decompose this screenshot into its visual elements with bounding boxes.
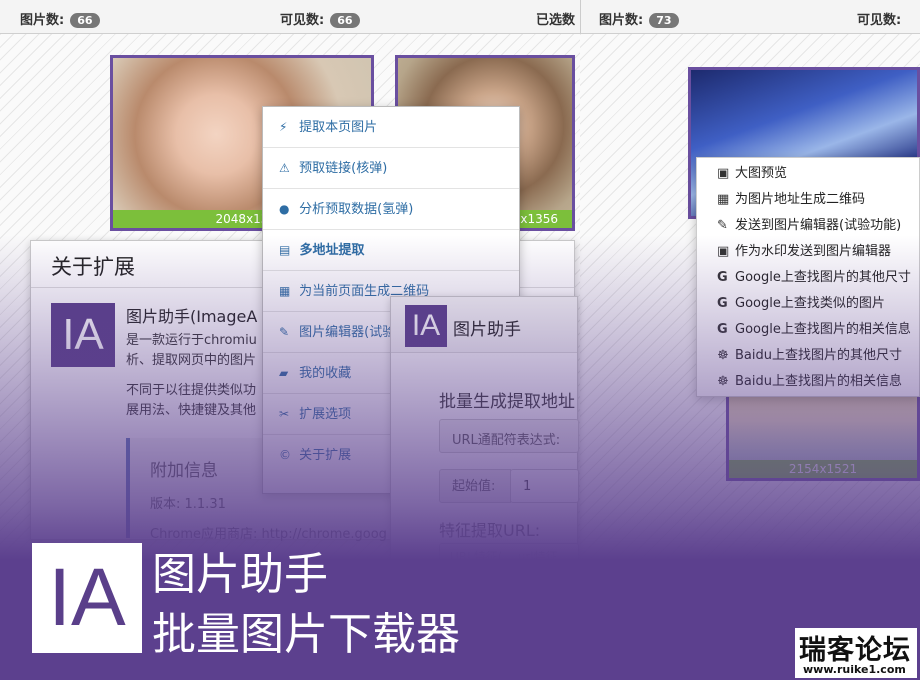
list-icon: ▤ bbox=[279, 243, 291, 257]
site-watermark: 瑞客论坛 www.ruike1.com bbox=[795, 628, 917, 678]
qrcode-icon: ▦ bbox=[279, 284, 291, 298]
image-icon: ▣ bbox=[717, 244, 730, 259]
ctx-item-baidu-sizes[interactable]: ☸ Baidu上查找图片的其他尺寸 bbox=[697, 343, 919, 369]
ctx-item-qrcode[interactable]: ▦ 为图片地址生成二维码 bbox=[697, 187, 919, 213]
pics-count-badge-right: 73 bbox=[649, 13, 679, 28]
google-icon: G bbox=[717, 270, 728, 285]
menu-item-analyze-prefetch[interactable]: ● 分析预取数据(氢弹) bbox=[263, 189, 519, 230]
ctx-item-google-sizes[interactable]: G Google上查找图片的其他尺寸 bbox=[697, 265, 919, 291]
visible-count-label: 可见数: 66 bbox=[280, 9, 360, 28]
pics-count-label: 图片数: 66 bbox=[20, 9, 100, 28]
ctx-item-watermark[interactable]: ▣ 作为水印发送到图片编辑器 bbox=[697, 239, 919, 265]
right-toolbar: 图片数: 73 可见数: bbox=[580, 0, 920, 34]
app-description: 不同于以往提供类似功 bbox=[126, 383, 257, 398]
pics-count-badge: 66 bbox=[70, 13, 100, 28]
ctx-item-send-editor[interactable]: ✎ 发送到图片编辑器(试验功能) bbox=[697, 213, 919, 239]
ia-logo: IA bbox=[51, 303, 115, 367]
google-icon: G bbox=[717, 296, 728, 311]
visible-count-badge: 66 bbox=[330, 13, 360, 28]
image-context-menu: ▣ 大图预览 ▦ 为图片地址生成二维码 ✎ 发送到图片编辑器(试验功能) ▣ 作为水印发… bbox=[696, 157, 920, 397]
image-icon: ▣ bbox=[717, 166, 730, 181]
watermark-title: 瑞客论坛 bbox=[799, 635, 911, 666]
watermark-url: www.ruike1.com bbox=[803, 663, 906, 676]
edit-icon: ✎ bbox=[279, 325, 290, 339]
batch-section-title: 批量生成提取地址 bbox=[439, 392, 575, 412]
multi-url-panel: IA 图片助手 批量生成提取地址 URL通配符表达式: 起始值: 1 特征提取U… bbox=[390, 296, 579, 567]
qrcode-icon: ▦ bbox=[717, 192, 730, 207]
feature-url-label: 特征提取URL: bbox=[439, 521, 541, 540]
app-description: 析、提取网页中的图片 bbox=[126, 353, 257, 368]
folder-icon: ▰ bbox=[279, 366, 289, 380]
edit-icon: ✎ bbox=[717, 218, 728, 233]
version-text: 版本: 1.1.31 bbox=[150, 497, 226, 512]
ctx-item-google-info[interactable]: G Google上查找图片的相关信息 bbox=[697, 317, 919, 343]
banner-title: 图片助手 bbox=[152, 549, 328, 600]
helper-title: 图片助手 bbox=[453, 320, 521, 340]
feature-url-input[interactable]: URL特征(... url特征 bbox=[439, 543, 579, 567]
menu-item-multi-url[interactable]: ▤ 多地址提取 bbox=[263, 230, 519, 271]
paw-icon: ☸ bbox=[717, 374, 729, 389]
wrench-icon: ✂ bbox=[279, 407, 290, 421]
bolt-icon: ⚡ bbox=[279, 120, 288, 134]
ctx-item-baidu-info[interactable]: ☸ Baidu上查找图片的相关信息 bbox=[697, 369, 919, 395]
visible-count-label-right: 可见数: bbox=[857, 13, 902, 28]
ctx-item-preview[interactable]: ▣ 大图预览 bbox=[697, 161, 919, 187]
copyright-icon: © bbox=[279, 448, 291, 462]
url-pattern-input[interactable]: URL通配符表达式: bbox=[439, 419, 579, 453]
warning-icon: ⚠ bbox=[279, 161, 290, 175]
ctx-item-google-similar[interactable]: G Google上查找类似的图片 bbox=[697, 291, 919, 317]
image-size-caption: 2154x1521 bbox=[729, 460, 917, 478]
app-name: 图片助手(ImageA bbox=[126, 307, 258, 326]
bomb-icon: ● bbox=[279, 202, 290, 216]
banner-subtitle: 批量图片下载器 bbox=[152, 609, 460, 660]
start-value-label: 起始值: bbox=[439, 469, 511, 503]
app-description: 展用法、快捷键及其他 bbox=[126, 403, 257, 418]
extra-info-title: 附加信息 bbox=[150, 461, 218, 481]
left-toolbar: 图片数: 66 可见数: 66 已选数 bbox=[0, 0, 580, 34]
about-panel-title: 关于扩展 bbox=[51, 255, 135, 279]
paw-icon: ☸ bbox=[717, 348, 729, 363]
menu-item-extract-page[interactable]: ⚡ 提取本页图片 bbox=[263, 107, 519, 148]
banner-ia-logo: IA bbox=[32, 543, 142, 653]
selected-count-label: 已选数 bbox=[536, 13, 576, 28]
menu-item-prefetch-links[interactable]: ⚠ 预取链接(核弹) bbox=[263, 148, 519, 189]
ia-logo: IA bbox=[405, 305, 447, 347]
pics-count-label-right: 图片数: 73 bbox=[599, 9, 679, 28]
start-value-input[interactable]: 1 bbox=[510, 469, 579, 503]
app-description: 是一款运行于chromiu bbox=[126, 333, 257, 348]
google-icon: G bbox=[717, 322, 728, 337]
